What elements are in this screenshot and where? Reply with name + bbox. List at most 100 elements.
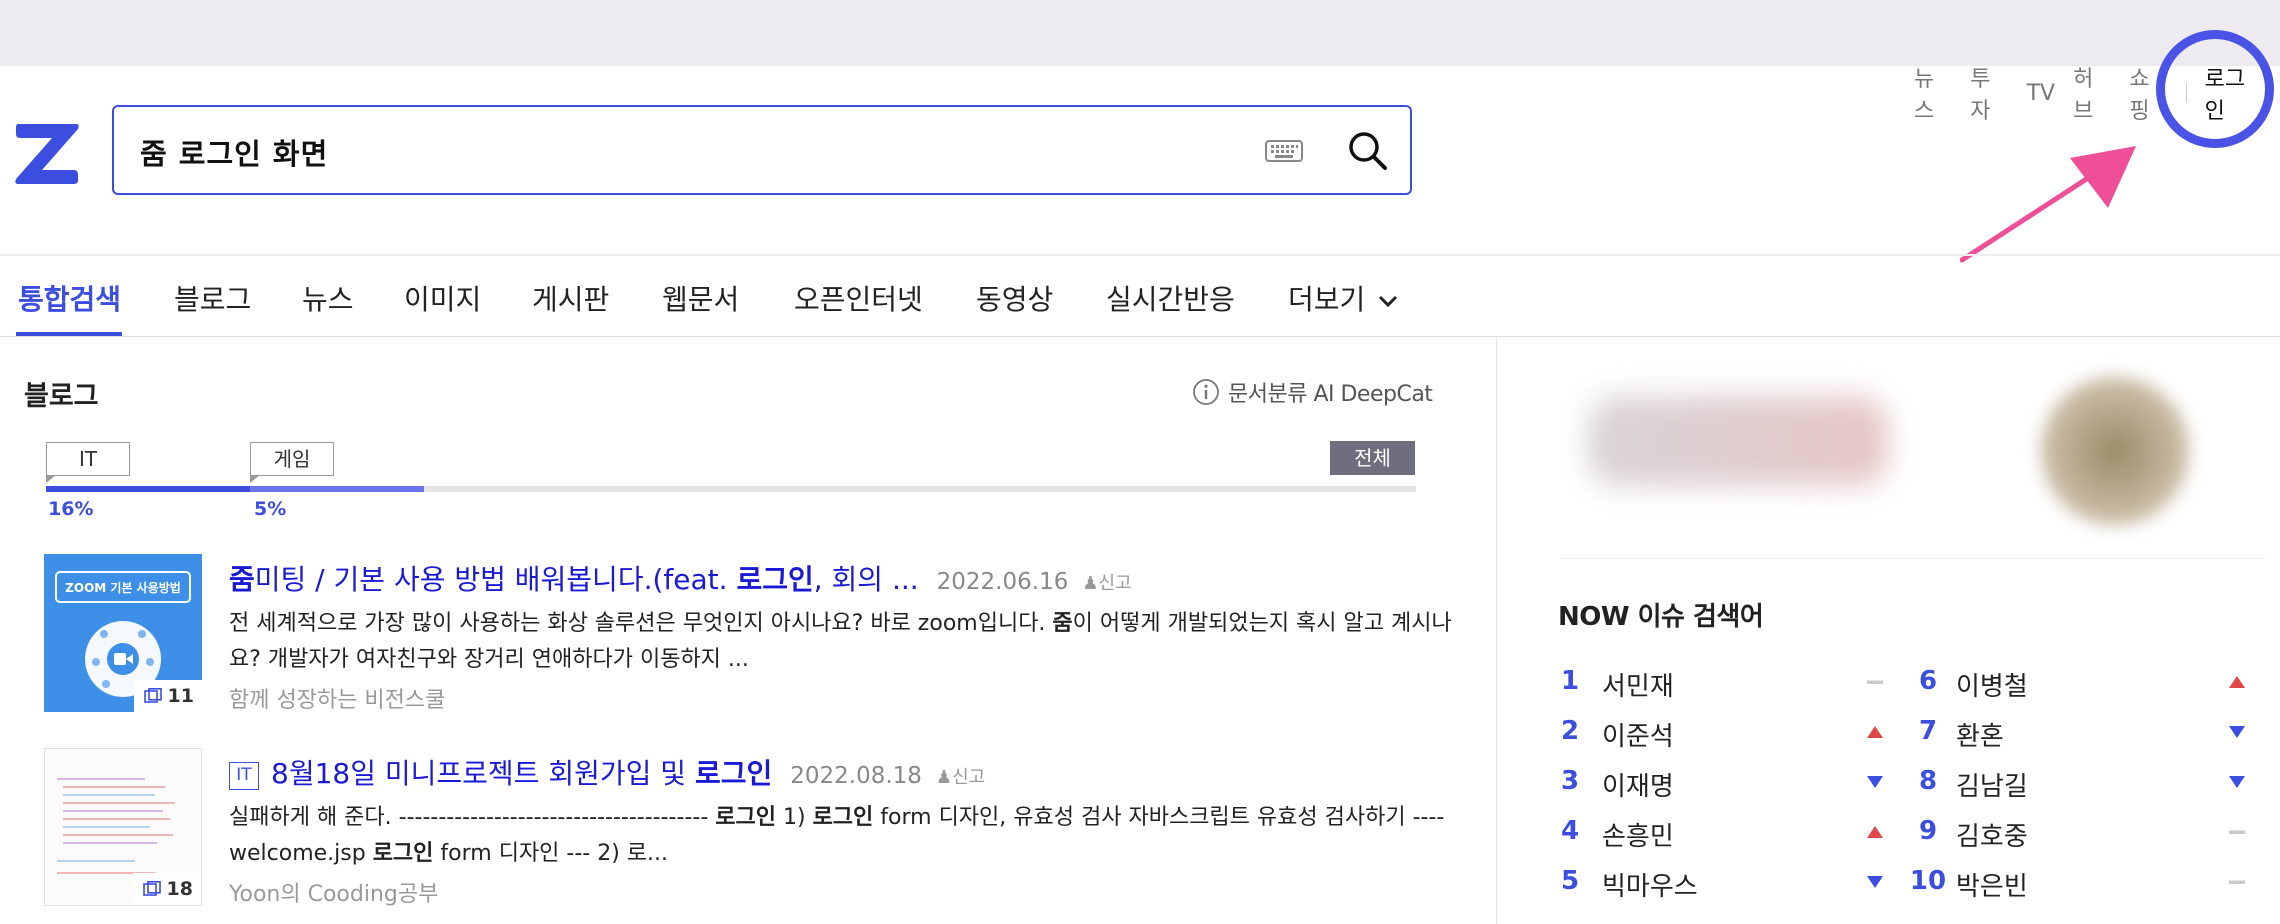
category-ratio-bar: [46, 486, 1416, 492]
desc-highlight: 로그인: [812, 805, 874, 830]
result-description: 실패하게 해 준다. -----------------------------…: [229, 800, 1459, 872]
trend-same-icon: [1867, 680, 1883, 684]
ad-blur-shape: [1588, 396, 1888, 486]
thumbnail-caption: ZOOM 기본 사용방법: [65, 581, 181, 595]
report-label: 신고: [1098, 573, 1132, 594]
rank-keyword: 김남길: [1956, 772, 2028, 802]
search-box[interactable]: 줌 로그인 화면: [112, 105, 1412, 195]
category-bar-game: [250, 486, 424, 492]
report-link[interactable]: ♟신고: [936, 767, 985, 788]
rank-keyword: 빅마우스: [1602, 872, 1698, 902]
desc-highlight: 줌: [1052, 611, 1073, 636]
rank-keyword: 서민재: [1602, 672, 1674, 702]
search-input[interactable]: 줌 로그인 화면: [140, 131, 328, 173]
topnav-invest[interactable]: 투자: [1970, 61, 2008, 125]
category-all-button[interactable]: 전체: [1330, 441, 1415, 475]
tab-news[interactable]: 뉴스: [302, 278, 354, 318]
desc-text: 전 세계적으로 가장 많이 사용하는 화상 솔루션은 무엇인지 아시나요? 바로…: [229, 611, 1053, 636]
report-link[interactable]: ♟신고: [1082, 573, 1131, 594]
rank-number: 6: [1918, 666, 1938, 696]
tab-realtime[interactable]: 실시간반응: [1106, 278, 1235, 318]
tab-video[interactable]: 동영상: [976, 278, 1053, 318]
tab-images[interactable]: 이미지: [404, 278, 481, 318]
rank-number: 10: [1909, 866, 1947, 896]
result-date: 2022.06.16: [936, 569, 1069, 595]
result-source[interactable]: 함께 성장하는 비전스쿨: [229, 682, 445, 714]
rank-keyword: 손흥민: [1602, 822, 1674, 852]
blog-result: ZOOM 기본 사용방법 11 줌미팅 / 기본 사용 방법 배워봅니다.(fe…: [44, 554, 1452, 714]
zum-logo[interactable]: [12, 120, 82, 186]
now-issue-item[interactable]: 3 이재명: [1558, 766, 1908, 806]
topnav-hub[interactable]: 허브: [2073, 61, 2111, 125]
rank-number: 1: [1560, 666, 1580, 696]
rank-keyword: 이병철: [1956, 672, 2028, 702]
now-issue-item[interactable]: 10 박은빈: [1910, 866, 2260, 906]
rank-keyword: 이재명: [1602, 772, 1674, 802]
desc-text: form 디자인 --- 2) 로...: [433, 841, 669, 866]
trend-up-icon: [1867, 826, 1883, 838]
now-issue-item[interactable]: 4 손흥민: [1558, 816, 1908, 856]
rank-keyword: 이준석: [1602, 722, 1674, 752]
tab-integrated[interactable]: 통합검색: [18, 278, 121, 318]
report-label: 신고: [952, 767, 986, 788]
keyboard-icon[interactable]: [1264, 135, 1304, 167]
tab-blog[interactable]: 블로그: [174, 278, 251, 318]
now-issue-item[interactable]: 2 이준석: [1558, 716, 1908, 756]
ad-divider: [1560, 558, 2265, 559]
tab-more[interactable]: 더보기: [1288, 278, 1399, 318]
trend-down-icon: [2229, 726, 2245, 738]
category-tag-it[interactable]: IT: [46, 442, 130, 483]
trend-same-icon: [2229, 880, 2245, 884]
blog-result: 18 IT 8월18일 미니프로젝트 회원가입 및 로그인 2022.08.18 ♟신…: [44, 748, 1444, 908]
rank-number: 5: [1560, 866, 1580, 896]
images-icon: [142, 881, 161, 896]
search-tabs: 통합검색 블로그 뉴스 이미지 게시판 웹문서 오픈인터넷 동영상 실시간반응 …: [0, 256, 2280, 336]
now-issue-item[interactable]: 1 서민재: [1558, 666, 1908, 706]
now-issue-item[interactable]: 5 빅마우스: [1558, 866, 1908, 906]
chevron-down-icon: [1379, 295, 1398, 308]
category-bar-it: [46, 486, 250, 492]
tab-more-label: 더보기: [1288, 283, 1366, 316]
now-issue-item[interactable]: 9 김호중: [1910, 816, 2260, 856]
result-title-link[interactable]: IT 8월18일 미니프로젝트 회원가입 및 로그인 2022.08.18 ♟신고: [229, 752, 985, 792]
rank-number: 9: [1918, 816, 1938, 846]
title-highlight: 로그인: [694, 757, 773, 790]
blurred-ad-banner[interactable]: [1560, 356, 2226, 542]
result-thumbnail[interactable]: 18: [44, 748, 202, 906]
deepcat-info[interactable]: 문서분류 AI DeepCat: [1192, 376, 1433, 408]
title-highlight: 줌: [229, 563, 255, 596]
category-tag-game[interactable]: 게임: [250, 442, 334, 483]
tabs-bottom-border: [0, 336, 2280, 337]
tab-webdocs[interactable]: 웹문서: [662, 278, 739, 318]
desc-text: 실패하게 해 준다. -----------------------------…: [229, 805, 716, 830]
now-issue-item[interactable]: 8 김남길: [1910, 766, 2260, 806]
info-icon: [1193, 379, 1219, 405]
browser-top-bar: [0, 0, 2280, 66]
result-source[interactable]: Yoon의 Cooding공부: [229, 876, 438, 908]
topnav-tv[interactable]: TV: [2027, 81, 2056, 106]
desc-text: 1): [775, 805, 813, 830]
image-count-badge: 18: [132, 873, 201, 905]
right-panel-divider: [1496, 337, 1497, 924]
rank-number: 2: [1560, 716, 1580, 746]
search-icon[interactable]: [1346, 129, 1390, 173]
ad-blur-image: [2040, 376, 2190, 526]
result-thumbnail[interactable]: ZOOM 기본 사용방법 11: [44, 554, 202, 712]
tab-board[interactable]: 게시판: [532, 278, 609, 318]
trend-down-icon: [1867, 776, 1883, 788]
tab-open-internet[interactable]: 오픈인터넷: [794, 278, 923, 318]
rank-keyword: 박은빈: [1956, 872, 2028, 902]
image-count: 18: [166, 878, 193, 900]
category-badge: IT: [229, 762, 259, 790]
topnav-news[interactable]: 뉴스: [1914, 61, 1952, 125]
category-percent-it: 16%: [48, 498, 94, 520]
desc-highlight: 로그인: [715, 805, 776, 830]
rank-keyword: 김호중: [1956, 822, 2028, 852]
now-issue-item[interactable]: 7 환혼: [1910, 716, 2260, 756]
now-issue-item[interactable]: 6 이병철: [1910, 666, 2260, 706]
trend-same-icon: [2229, 830, 2245, 834]
rank-number: 8: [1918, 766, 1938, 796]
now-issue-title: NOW 이슈 검색어: [1558, 602, 1764, 632]
result-title-link[interactable]: 줌미팅 / 기본 사용 방법 배워봅니다.(feat. 로그인, 회의 ... 2…: [229, 558, 1132, 598]
title-text: , 회의 ...: [813, 563, 919, 596]
